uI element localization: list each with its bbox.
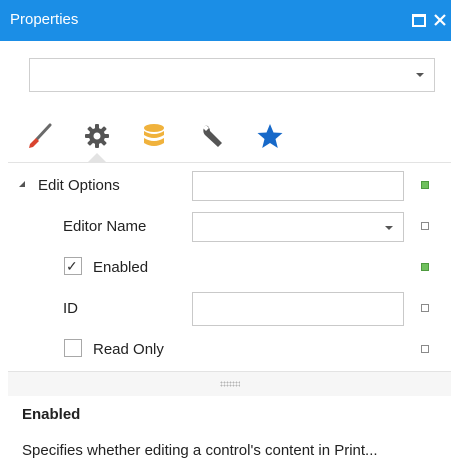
enabled-checkbox[interactable]: ✓ — [64, 257, 82, 275]
property-label-read-only: Read Only — [93, 341, 164, 358]
selected-tab-indicator — [88, 153, 106, 162]
gear-icon — [85, 124, 109, 148]
read-only-checkbox[interactable] — [64, 339, 82, 357]
window-title: Properties — [10, 11, 79, 28]
property-row-read-only: Read Only — [8, 329, 451, 370]
maximize-icon — [412, 13, 426, 27]
property-tabs — [0, 112, 451, 164]
property-row-id: ID — [8, 288, 451, 329]
modified-marker — [421, 263, 429, 271]
description-text: Specifies whether editing a control's co… — [22, 442, 378, 459]
tab-data[interactable] — [134, 116, 174, 156]
title-bar[interactable]: Properties — [0, 0, 451, 41]
edit-options-field[interactable] — [192, 171, 404, 201]
property-grid: Edit Options Editor Name ✓ Enabled ID Re… — [8, 165, 451, 371]
close-button[interactable] — [430, 10, 450, 30]
tab-design[interactable] — [194, 116, 234, 156]
maximize-button[interactable] — [409, 10, 429, 30]
properties-panel: Properties Edit Options Editor Name ✓ En… — [0, 0, 451, 476]
property-label-enabled: Enabled — [93, 259, 149, 276]
description-title: Enabled — [22, 406, 81, 423]
id-field[interactable] — [192, 292, 404, 326]
grip-icon — [220, 381, 240, 387]
tab-appearance[interactable] — [20, 116, 60, 156]
checkmark-icon: ✓ — [66, 258, 78, 274]
property-row-edit-options: Edit Options — [8, 165, 451, 206]
default-marker — [421, 222, 429, 230]
tabs-divider — [8, 162, 451, 163]
property-label-id: ID — [63, 300, 78, 317]
property-label-editor-name: Editor Name — [63, 218, 147, 235]
editor-name-combobox[interactable] — [192, 212, 404, 242]
control-selector-combobox[interactable] — [29, 58, 435, 92]
default-marker — [421, 345, 429, 353]
collapse-triangle-icon[interactable] — [19, 181, 25, 187]
database-icon — [144, 124, 164, 146]
star-icon — [257, 124, 283, 148]
tab-favorites[interactable] — [250, 116, 290, 156]
property-row-enabled: ✓ Enabled — [8, 247, 451, 288]
tab-behavior[interactable] — [77, 116, 117, 156]
chevron-down-icon — [385, 226, 393, 230]
wrench-icon — [203, 125, 222, 147]
property-row-editor-name: Editor Name — [8, 206, 451, 247]
property-label-edit-options: Edit Options — [38, 177, 120, 194]
paintbrush-icon — [29, 123, 52, 148]
description-splitter[interactable] — [8, 371, 451, 396]
modified-marker — [421, 181, 429, 189]
chevron-down-icon — [416, 73, 424, 77]
default-marker — [421, 304, 429, 312]
close-icon — [434, 14, 446, 26]
